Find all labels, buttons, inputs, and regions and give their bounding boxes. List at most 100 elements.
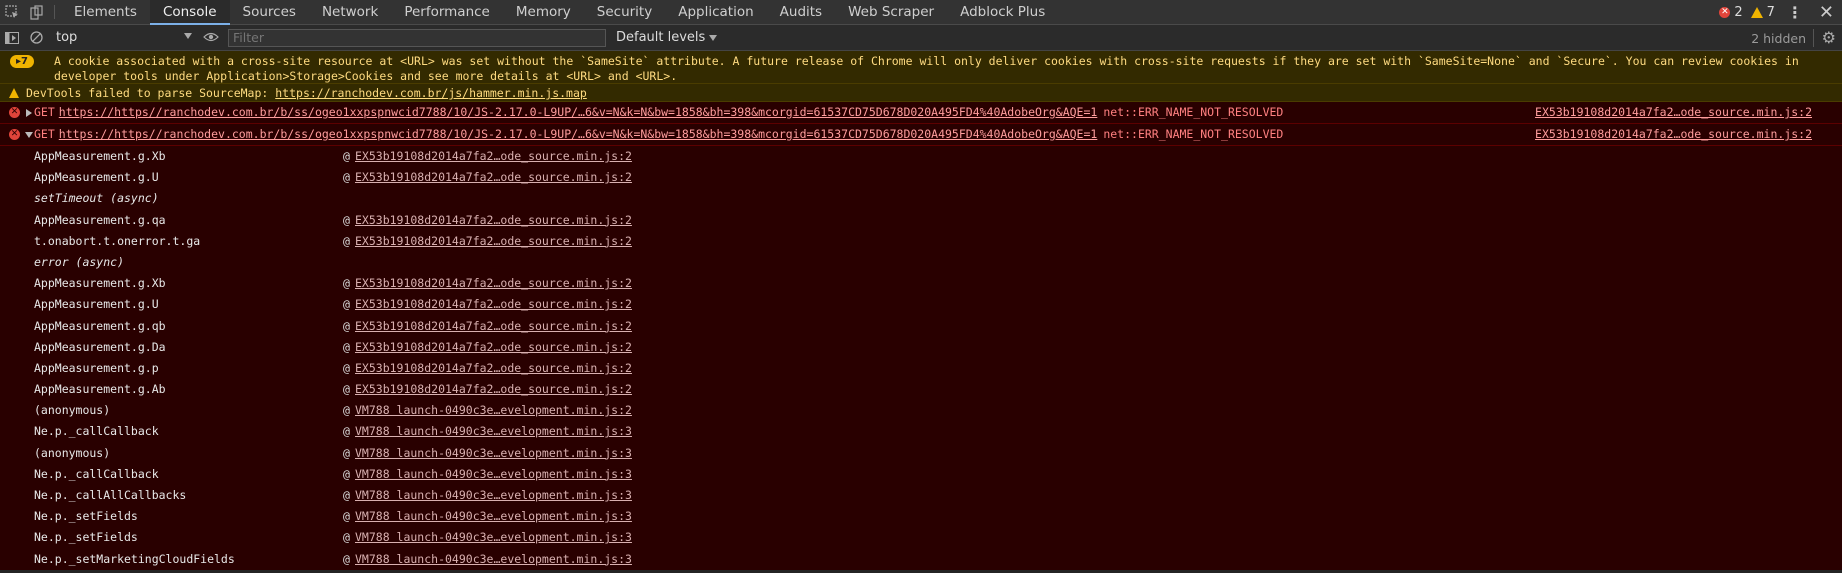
frame-source-link[interactable]: VM788 launch-0490c3e…evelopment.min.js:3 — [355, 485, 632, 506]
at-symbol: @ — [343, 445, 350, 460]
close-icon[interactable]: ✕ — [1815, 2, 1834, 23]
sidebar-toggle-icon[interactable] — [0, 25, 24, 51]
frame-function: AppMeasurement.g.U — [34, 297, 159, 312]
tab-memory[interactable]: Memory — [503, 0, 584, 24]
device-toolbar-icon[interactable] — [24, 0, 48, 24]
frame-source-link[interactable]: EX53b19108d2014a7fa2…ode_source.min.js:2 — [355, 146, 632, 167]
sourcemap-warning-message: DevTools failed to parse SourceMap: http… — [0, 84, 1842, 102]
frame-source-link[interactable]: EX53b19108d2014a7fa2…ode_source.min.js:2 — [355, 379, 632, 400]
network-error-collapsed[interactable]: ✕ GET https://https//ranchodev.com.br/b/s… — [0, 102, 1842, 124]
stack-trace: AppMeasurement.g.Xb @ EX53b19108d2014a7fa2… — [0, 146, 1842, 570]
stack-frame: AppMeasurement.g.qb @ EX53b19108d2014a7fa2… — [0, 316, 1842, 337]
cookie-warning-message[interactable]: ▸7 A cookie associated with a cross-site… — [0, 51, 1842, 84]
sourcemap-warning-text: DevTools failed to parse SourceMap: — [26, 86, 276, 100]
frame-function: Ne.p._callCallback — [34, 424, 159, 439]
tab-performance[interactable]: Performance — [391, 0, 503, 24]
frame-function: t.onabort.t.onerror.t.ga — [34, 233, 201, 248]
error-icon: ✕ — [1719, 7, 1731, 18]
request-method: GET — [34, 105, 55, 119]
tab-adblock-plus[interactable]: Adblock Plus — [947, 0, 1058, 24]
at-symbol: @ — [343, 488, 350, 502]
frame-source-link[interactable]: EX53b19108d2014a7fa2…ode_source.min.js:2 — [355, 294, 632, 315]
frame-source-link[interactable]: VM788 launch-0490c3e…evelopment.min.js:3 — [355, 464, 632, 485]
source-link[interactable]: EX53b19108d2014a7fa2…ode_source.min.js:2 — [1535, 105, 1812, 120]
frame-source-link[interactable]: EX53b19108d2014a7fa2…ode_source.min.js:2 — [355, 210, 632, 231]
clear-console-icon[interactable] — [24, 25, 48, 51]
hidden-count: 2 hidden — [1751, 31, 1806, 46]
at-symbol: @ — [343, 212, 350, 227]
tab-elements[interactable]: Elements — [61, 0, 150, 24]
network-error-expanded[interactable]: ✕ GET https://https//ranchodev.com.br/b/s… — [0, 124, 1842, 146]
expand-triangle-icon[interactable] — [26, 109, 32, 117]
filter-input[interactable] — [228, 28, 606, 47]
frame-source-link[interactable]: VM788 launch-0490c3e…evelopment.min.js:3 — [355, 527, 632, 548]
stack-frame: AppMeasurement.g.Ab @ EX53b19108d2014a7fa2… — [0, 379, 1842, 400]
tab-network[interactable]: Network — [309, 0, 391, 24]
frame-source-link[interactable]: EX53b19108d2014a7fa2…ode_source.min.js:2 — [355, 316, 632, 337]
async-marker: error (async) — [0, 252, 1842, 273]
tabbar-separator — [54, 5, 55, 19]
log-levels-select[interactable]: Default levels — [616, 30, 718, 45]
inspect-element-icon[interactable] — [0, 0, 24, 24]
frame-source-link[interactable]: VM788 launch-0490c3e…evelopment.min.js:3 — [355, 421, 632, 442]
frame-source-link[interactable]: EX53b19108d2014a7fa2…ode_source.min.js:2 — [355, 337, 632, 358]
cookie-warning-text: A cookie associated with a cross-site re… — [54, 54, 1799, 83]
tab-sources[interactable]: Sources — [230, 0, 309, 24]
error-status: net::ERR_NAME_NOT_RESOLVED — [1103, 105, 1284, 119]
frame-source-link[interactable]: EX53b19108d2014a7fa2…ode_source.min.js:2 — [355, 231, 632, 252]
stack-frame: Ne.p._setMarketingCloudFields @ VM788 laun… — [0, 549, 1842, 570]
sourcemap-link[interactable]: https://ranchodev.com.br/js/hammer.min.j… — [275, 86, 587, 100]
collapse-triangle-icon[interactable] — [25, 132, 33, 138]
request-method: GET — [34, 127, 55, 141]
stack-frame: AppMeasurement.g.Da @ EX53b19108d2014a7fa2… — [0, 337, 1842, 358]
stack-frame: (anonymous) @ VM788 launch-0490c3e…evelopm… — [0, 443, 1842, 464]
frame-source-link[interactable]: VM788 launch-0490c3e…evelopment.min.js:3 — [355, 549, 632, 570]
request-url[interactable]: https://https//ranchodev.com.br/b/ss/oge… — [59, 127, 1098, 141]
warning-icon — [9, 88, 19, 98]
at-symbol: @ — [343, 466, 350, 481]
source-link[interactable]: EX53b19108d2014a7fa2…ode_source.min.js:2 — [1535, 127, 1812, 142]
tab-console[interactable]: Console — [149, 0, 230, 25]
at-symbol: @ — [343, 297, 350, 312]
warning-counter[interactable]: 7 — [1750, 5, 1775, 20]
frame-function: (anonymous) — [34, 403, 111, 418]
at-symbol: @ — [343, 276, 350, 291]
stack-frame: AppMeasurement.g.Xb @ EX53b19108d2014a7fa2… — [0, 273, 1842, 294]
error-status: net::ERR_NAME_NOT_RESOLVED — [1103, 127, 1284, 141]
settings-gear-icon[interactable]: ⚙ — [1822, 28, 1836, 47]
frame-source-link[interactable]: EX53b19108d2014a7fa2…ode_source.min.js:2 — [355, 273, 632, 294]
frame-source-link[interactable]: VM788 launch-0490c3e…evelopment.min.js:2 — [355, 400, 632, 421]
async-marker: setTimeout (async) — [0, 188, 1842, 209]
frame-source-link[interactable]: EX53b19108d2014a7fa2…ode_source.min.js:2 — [355, 358, 632, 379]
console-toolbar: top Default levels 2 hidden ⚙ — [0, 25, 1842, 51]
live-expression-icon[interactable] — [198, 30, 224, 46]
at-symbol: @ — [343, 382, 350, 397]
frame-function: AppMeasurement.g.p — [34, 360, 159, 375]
request-url[interactable]: https://https//ranchodev.com.br/b/ss/oge… — [59, 105, 1098, 119]
tab-application[interactable]: Application — [665, 0, 766, 24]
frame-source-link[interactable]: EX53b19108d2014a7fa2…ode_source.min.js:2 — [355, 167, 632, 188]
frame-function: (anonymous) — [34, 445, 111, 460]
kebab-menu-icon[interactable]: ⋮ — [1783, 3, 1807, 22]
at-symbol: @ — [343, 403, 350, 418]
at-symbol: @ — [343, 551, 350, 566]
stack-frame: AppMeasurement.g.Xb @ EX53b19108d2014a7fa2… — [0, 146, 1842, 167]
frame-function: setTimeout (async) — [34, 191, 159, 206]
at-symbol: @ — [343, 339, 350, 354]
at-symbol: @ — [343, 170, 350, 185]
at-symbol: @ — [343, 149, 350, 163]
context-select[interactable]: top — [48, 25, 198, 51]
frame-function: AppMeasurement.g.Da — [34, 339, 166, 354]
tab-web-scraper[interactable]: Web Scraper — [835, 0, 947, 24]
tab-security[interactable]: Security — [584, 0, 665, 24]
at-symbol: @ — [343, 424, 350, 439]
stack-frame: (anonymous) @ VM788 launch-0490c3e…evelopm… — [0, 400, 1842, 421]
stack-frame: Ne.p._callCallback @ VM788 launch-0490c3e…… — [0, 464, 1842, 485]
frame-function: Ne.p._setFields — [34, 509, 138, 524]
frame-function: AppMeasurement.g.Xb — [34, 276, 166, 291]
frame-source-link[interactable]: VM788 launch-0490c3e…evelopment.min.js:3 — [355, 506, 632, 527]
tab-audits[interactable]: Audits — [767, 0, 835, 24]
error-counter[interactable]: ✕ 2 — [1719, 5, 1743, 20]
frame-source-link[interactable]: VM788 launch-0490c3e…evelopment.min.js:3 — [355, 443, 632, 464]
frame-function: Ne.p._setFields — [34, 530, 138, 545]
